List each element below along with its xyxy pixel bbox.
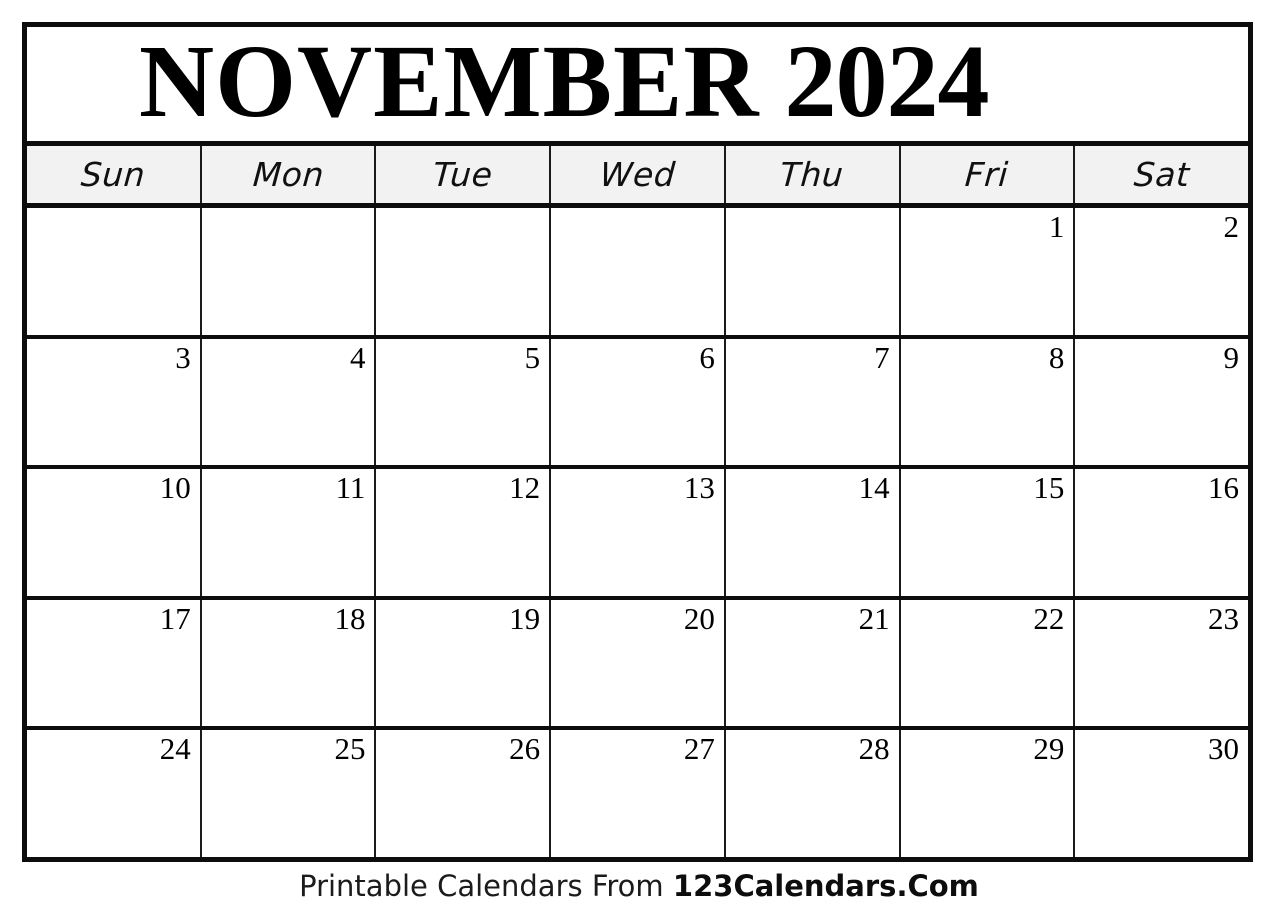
day-cell[interactable]: 25 bbox=[201, 730, 377, 857]
day-cell[interactable] bbox=[725, 208, 901, 335]
weekday-label: Mon bbox=[251, 155, 325, 194]
day-number: 17 bbox=[159, 600, 191, 636]
weekday-label: Thu bbox=[779, 155, 846, 194]
weekday-label: Wed bbox=[598, 155, 677, 194]
day-number: 8 bbox=[1048, 339, 1065, 375]
day-number: 4 bbox=[349, 339, 366, 375]
weekday-header-row: Sun Mon Tue Wed Thu Fri Sat bbox=[27, 146, 1249, 208]
weekday-header-thu: Thu bbox=[725, 146, 901, 203]
weekday-header-sat: Sat bbox=[1075, 146, 1249, 203]
day-number: 20 bbox=[683, 600, 715, 636]
day-number: 24 bbox=[159, 731, 191, 767]
day-number: 29 bbox=[1033, 731, 1065, 767]
day-cell[interactable]: 16 bbox=[1075, 469, 1249, 596]
calendar-page: NOVEMBER 2024 Sun Mon Tue Wed Thu Fri Sa… bbox=[0, 0, 1278, 912]
day-number: 6 bbox=[699, 339, 715, 375]
week-row: 1 2 bbox=[27, 208, 1249, 339]
day-number: 28 bbox=[858, 731, 890, 767]
calendar-title-band: NOVEMBER 2024 bbox=[27, 27, 1248, 146]
calendar-weeks-grid: 1 2 3 4 5 6 7 8 9 10 11 12 13 14 15 16 1… bbox=[27, 208, 1249, 857]
day-number: 7 bbox=[874, 339, 890, 375]
day-cell[interactable]: 11 bbox=[201, 469, 377, 596]
day-cell[interactable]: 3 bbox=[27, 338, 202, 466]
page-title: NOVEMBER 2024 bbox=[139, 29, 989, 134]
weekday-header-fri: Fri bbox=[900, 146, 1076, 203]
day-cell[interactable]: 1 bbox=[900, 208, 1076, 335]
day-cell[interactable] bbox=[27, 208, 202, 335]
day-cell[interactable]: 27 bbox=[551, 730, 726, 857]
day-number: 27 bbox=[683, 731, 715, 767]
day-cell[interactable]: 22 bbox=[900, 599, 1076, 727]
day-cell[interactable]: 4 bbox=[201, 338, 377, 466]
weekday-header-tue: Tue bbox=[376, 146, 552, 203]
day-number: 23 bbox=[1208, 600, 1240, 636]
day-number: 25 bbox=[334, 731, 366, 767]
day-number: 16 bbox=[1208, 470, 1240, 506]
day-number: 19 bbox=[509, 600, 541, 636]
week-row: 10 11 12 13 14 15 16 bbox=[27, 469, 1249, 600]
day-cell[interactable]: 7 bbox=[725, 338, 901, 466]
day-cell[interactable]: 13 bbox=[551, 469, 726, 596]
day-number: 26 bbox=[509, 731, 541, 767]
weekday-label: Fri bbox=[963, 155, 1010, 194]
day-number: 30 bbox=[1208, 731, 1240, 767]
day-cell[interactable] bbox=[551, 208, 726, 335]
day-number: 22 bbox=[1033, 600, 1065, 636]
day-cell[interactable]: 23 bbox=[1075, 599, 1249, 727]
day-cell[interactable]: 9 bbox=[1075, 338, 1249, 466]
day-cell[interactable] bbox=[201, 208, 377, 335]
day-cell[interactable]: 28 bbox=[725, 730, 901, 857]
day-cell[interactable] bbox=[376, 208, 552, 335]
day-number: 10 bbox=[159, 470, 191, 506]
day-cell[interactable]: 18 bbox=[201, 599, 377, 727]
day-number: 11 bbox=[335, 470, 366, 506]
day-number: 14 bbox=[858, 470, 890, 506]
day-cell[interactable]: 30 bbox=[1075, 730, 1249, 857]
day-cell[interactable]: 21 bbox=[725, 599, 901, 727]
day-cell[interactable]: 24 bbox=[27, 730, 202, 857]
day-number: 3 bbox=[175, 339, 191, 375]
weekday-header-mon: Mon bbox=[201, 146, 377, 203]
day-cell[interactable]: 26 bbox=[376, 730, 552, 857]
weekday-label: Tue bbox=[431, 155, 494, 194]
week-row: 17 18 19 20 21 22 23 bbox=[27, 599, 1249, 731]
day-number: 2 bbox=[1223, 209, 1240, 244]
day-number: 13 bbox=[683, 470, 715, 506]
day-cell[interactable]: 17 bbox=[27, 599, 202, 727]
day-cell[interactable]: 2 bbox=[1075, 208, 1249, 335]
footer-prefix: Printable Calendars From bbox=[299, 869, 673, 903]
day-cell[interactable]: 15 bbox=[900, 469, 1076, 596]
weekday-header-sun: Sun bbox=[27, 146, 202, 203]
day-cell[interactable]: 10 bbox=[27, 469, 202, 596]
day-cell[interactable]: 14 bbox=[725, 469, 901, 596]
weekday-label: Sun bbox=[79, 155, 147, 194]
day-number: 12 bbox=[509, 470, 541, 506]
weekday-header-wed: Wed bbox=[551, 146, 726, 203]
day-number: 18 bbox=[334, 600, 366, 636]
day-number: 9 bbox=[1223, 339, 1240, 375]
day-cell[interactable]: 19 bbox=[376, 599, 552, 727]
week-row: 3 4 5 6 7 8 9 bbox=[27, 338, 1249, 470]
day-number: 1 bbox=[1048, 209, 1065, 244]
title-year: 2024 bbox=[784, 23, 989, 139]
day-number: 15 bbox=[1033, 470, 1065, 506]
week-row: 24 25 26 27 28 29 30 bbox=[27, 730, 1249, 857]
day-cell[interactable]: 5 bbox=[376, 338, 552, 466]
day-cell[interactable]: 12 bbox=[376, 469, 552, 596]
title-month: NOVEMBER bbox=[139, 23, 760, 139]
day-number: 5 bbox=[524, 339, 541, 375]
weekday-label: Sat bbox=[1132, 155, 1191, 194]
day-cell[interactable]: 6 bbox=[551, 338, 726, 466]
footer-brand-link[interactable]: 123Calendars.Com bbox=[673, 869, 979, 903]
footer-credit: Printable Calendars From 123Calendars.Co… bbox=[0, 866, 1278, 906]
calendar-container: NOVEMBER 2024 Sun Mon Tue Wed Thu Fri Sa… bbox=[22, 22, 1253, 862]
day-cell[interactable]: 20 bbox=[551, 599, 726, 727]
day-cell[interactable]: 29 bbox=[900, 730, 1076, 857]
day-cell[interactable]: 8 bbox=[900, 338, 1076, 466]
day-number: 21 bbox=[858, 600, 890, 636]
